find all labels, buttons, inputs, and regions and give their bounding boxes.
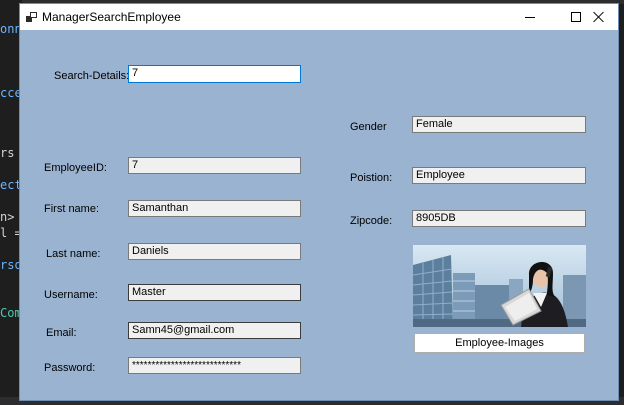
password-label: Password:: [44, 362, 96, 374]
close-button[interactable]: [580, 4, 618, 30]
zipcode-field[interactable]: 8905DB: [412, 210, 586, 227]
employee-photo-icon: [413, 245, 586, 327]
gender-label: Gender: [350, 121, 387, 133]
employee-images-button[interactable]: Employee-Images: [414, 333, 585, 353]
minimize-button[interactable]: [507, 4, 553, 30]
position-field[interactable]: Employee: [412, 167, 586, 184]
manager-search-employee-window: ManagerSearchEmployee Search-Details: 7 …: [19, 3, 619, 401]
email-label: Email:: [46, 327, 77, 339]
username-field[interactable]: Master: [128, 284, 301, 301]
app-icon: [26, 12, 37, 22]
employee-id-label: EmployeeID:: [44, 162, 107, 174]
window-title: ManagerSearchEmployee: [42, 10, 181, 24]
search-details-input[interactable]: 7: [128, 65, 301, 83]
form-client-area: Search-Details: 7 EmployeeID: 7 First na…: [20, 30, 618, 400]
employee-id-field[interactable]: 7: [128, 157, 301, 174]
search-details-label: Search-Details:: [54, 70, 130, 82]
zipcode-label: Zipcode:: [350, 215, 393, 227]
first-name-field[interactable]: Samanthan: [128, 200, 301, 217]
minimize-icon: [525, 16, 535, 18]
employee-photo: [413, 245, 586, 327]
last-name-label: Last name:: [46, 248, 101, 260]
email-field[interactable]: Samn45@gmail.com: [128, 322, 301, 339]
first-name-label: First name:: [44, 203, 100, 215]
close-icon: [593, 11, 605, 23]
position-label: Poistion:: [350, 172, 393, 184]
title-bar: ManagerSearchEmployee: [20, 4, 618, 30]
gender-field[interactable]: Female: [412, 116, 586, 133]
username-label: Username:: [44, 289, 98, 301]
last-name-field[interactable]: Daniels: [128, 243, 301, 260]
password-field[interactable]: ****************************: [128, 357, 301, 374]
